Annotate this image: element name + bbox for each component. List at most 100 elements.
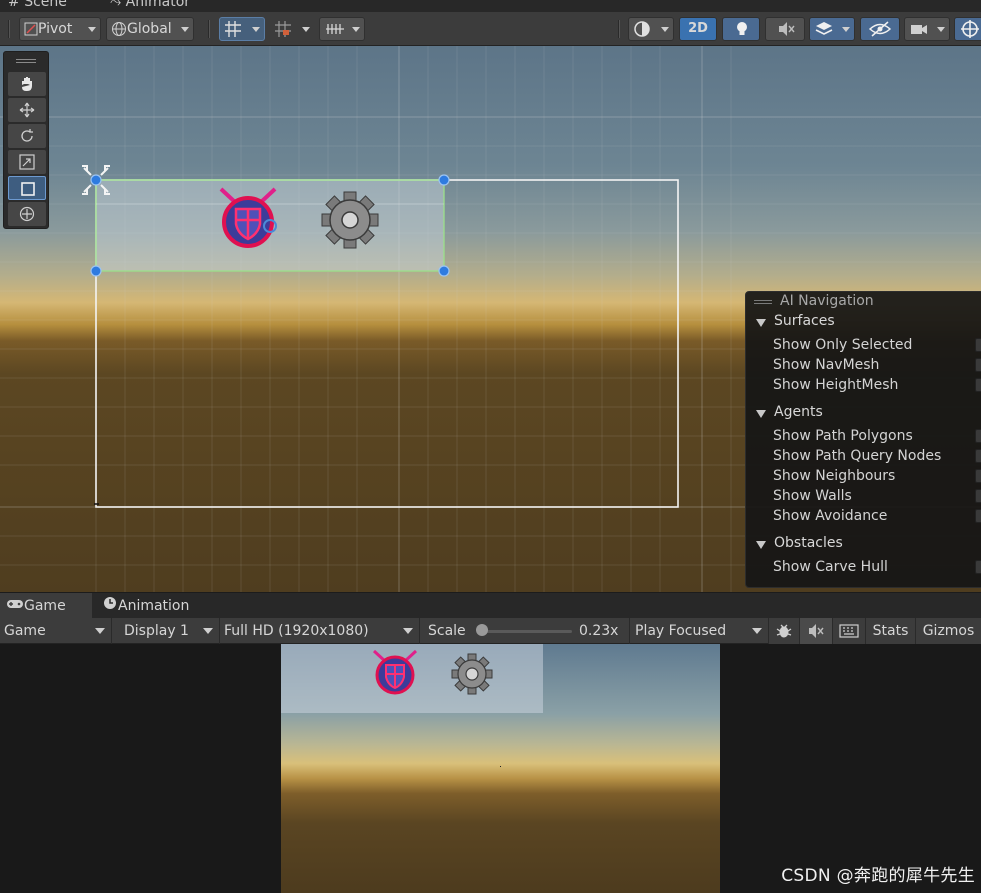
ai-navigation-title: AI Navigation — [780, 293, 874, 309]
stats-button[interactable]: Stats — [866, 618, 916, 644]
frame-debugger-button[interactable] — [769, 618, 800, 644]
chevron-down-icon — [203, 628, 213, 634]
mode-2d-label: 2D — [688, 21, 708, 36]
pivot-dropdown[interactable]: Pivot — [19, 17, 101, 41]
tab-animator[interactable]: ⤳ Animator — [110, 0, 190, 10]
checkbox-show-carve-hull[interactable] — [975, 560, 981, 574]
window-tab-strip: # Scene ⤳ Animator — [0, 0, 981, 12]
checkbox-show-neighbours[interactable] — [975, 469, 981, 483]
bug-icon — [776, 624, 792, 638]
shading-mode-icon — [634, 21, 650, 37]
checkbox-show-navmesh[interactable] — [975, 358, 981, 372]
global-dropdown[interactable]: Global — [106, 17, 194, 41]
triangle-down-icon[interactable] — [756, 410, 766, 418]
resolution-dropdown[interactable]: Full HD (1920x1080) — [220, 618, 420, 644]
checkbox-show-only-selected[interactable] — [975, 338, 981, 352]
option-show-walls: Show Walls — [773, 488, 852, 504]
game-view[interactable]: CSDN @奔跑的犀牛先生 — [0, 644, 981, 893]
toolbar-separator — [208, 20, 210, 38]
section-surfaces[interactable]: Surfaces — [774, 313, 835, 329]
chevron-down-icon — [302, 27, 310, 32]
audio-muted-icon — [779, 22, 795, 36]
move-tool-button[interactable] — [8, 98, 46, 122]
resolution-label: Full HD (1920x1080) — [224, 623, 369, 639]
rect-transform-icon — [21, 182, 35, 196]
draw-mode-dropdown[interactable] — [628, 17, 674, 41]
option-show-only-selected: Show Only Selected — [773, 337, 913, 353]
effects-dropdown[interactable] — [809, 17, 855, 41]
game-toolbar: Game Display 1 Full HD (1920x1080) Scale… — [0, 618, 981, 644]
tab-animator-label: Animator — [125, 0, 191, 10]
chevron-down-icon — [88, 27, 96, 32]
toolbar-separator — [618, 20, 620, 38]
orientation-gizmo-icon — [961, 20, 979, 38]
scale-tool-button[interactable] — [8, 150, 46, 174]
drag-handle[interactable] — [754, 300, 772, 304]
gear-icon — [451, 653, 493, 695]
mute-audio-button[interactable] — [800, 618, 833, 644]
chevron-down-icon — [403, 628, 413, 634]
hidden-objects-toggle[interactable] — [860, 17, 900, 41]
chevron-down-icon — [181, 27, 189, 32]
move-arrows-icon — [19, 102, 35, 118]
chevron-down-icon — [752, 628, 762, 634]
scale-slider-track[interactable] — [482, 630, 572, 633]
gizmo-orientation-button[interactable] — [954, 17, 981, 41]
light-bulb-icon — [737, 22, 747, 35]
chevron-down-icon — [95, 628, 105, 634]
increment-snap-button[interactable] — [269, 17, 315, 41]
shortcuts-button[interactable] — [833, 618, 866, 644]
option-show-neighbours: Show Neighbours — [773, 468, 896, 484]
play-mode-dropdown[interactable]: Play Focused — [631, 618, 769, 644]
game-view-dropdown[interactable]: Game — [0, 618, 112, 644]
triangle-down-icon[interactable] — [756, 319, 766, 327]
option-show-navmesh: Show NavMesh — [773, 357, 880, 373]
clock-icon — [104, 597, 116, 609]
camera-icon — [911, 25, 927, 34]
tab-scene[interactable]: # Scene — [8, 0, 67, 10]
tab-scene-label: Scene — [24, 0, 67, 10]
shield-emblem-icon — [219, 187, 277, 248]
camera-dropdown[interactable] — [904, 17, 950, 41]
scale-value: 0.23x — [579, 623, 619, 639]
triangle-down-icon[interactable] — [756, 541, 766, 549]
layers-effects-icon — [815, 22, 833, 35]
tab-game[interactable]: Game — [0, 593, 92, 619]
gear-icon — [321, 191, 379, 249]
toolbar-separator — [8, 20, 10, 38]
checkbox-show-path-polygons[interactable] — [975, 429, 981, 443]
scale-slider-handle[interactable] — [476, 624, 488, 636]
checkbox-show-path-query-nodes[interactable] — [975, 449, 981, 463]
display-label: Display 1 — [124, 623, 189, 639]
checkbox-show-heightmesh[interactable] — [975, 378, 981, 392]
option-show-avoidance: Show Avoidance — [773, 508, 888, 524]
section-agents[interactable]: Agents — [774, 404, 823, 420]
tab-animation-label: Animation — [118, 598, 190, 614]
option-show-path-polygons: Show Path Polygons — [773, 428, 913, 444]
game-scene-graphics — [372, 649, 501, 767]
grid-snap-icon — [225, 21, 241, 37]
mode-2d-toggle[interactable]: 2D — [679, 17, 717, 41]
transform-icon — [19, 206, 35, 222]
tab-animation[interactable]: Animation — [96, 593, 206, 619]
scene-view[interactable]: AI Navigation Surfaces Show Only Selecte… — [0, 46, 981, 592]
checkbox-show-avoidance[interactable] — [975, 509, 981, 523]
grid-visibility-button[interactable] — [319, 17, 365, 41]
watermark-text: CSDN @奔跑的犀牛先生 — [781, 866, 975, 886]
lighting-toggle[interactable] — [722, 17, 760, 41]
display-dropdown[interactable]: Display 1 — [120, 618, 220, 644]
play-mode-label: Play Focused — [635, 623, 727, 639]
checkbox-show-walls[interactable] — [975, 489, 981, 503]
hand-tool-button[interactable] — [8, 72, 46, 96]
transform-tool-button[interactable] — [8, 202, 46, 226]
grid-snap-button[interactable] — [219, 17, 265, 41]
rotate-tool-button[interactable] — [8, 124, 46, 148]
section-obstacles[interactable]: Obstacles — [774, 535, 843, 551]
gizmos-button[interactable]: Gizmos — [916, 618, 981, 644]
chevron-down-icon — [661, 27, 669, 32]
option-show-heightmesh: Show HeightMesh — [773, 377, 899, 393]
rect-tool-button[interactable] — [8, 176, 46, 200]
drag-handle[interactable] — [16, 59, 36, 63]
globe-icon — [112, 22, 126, 36]
audio-toggle[interactable] — [765, 17, 805, 41]
